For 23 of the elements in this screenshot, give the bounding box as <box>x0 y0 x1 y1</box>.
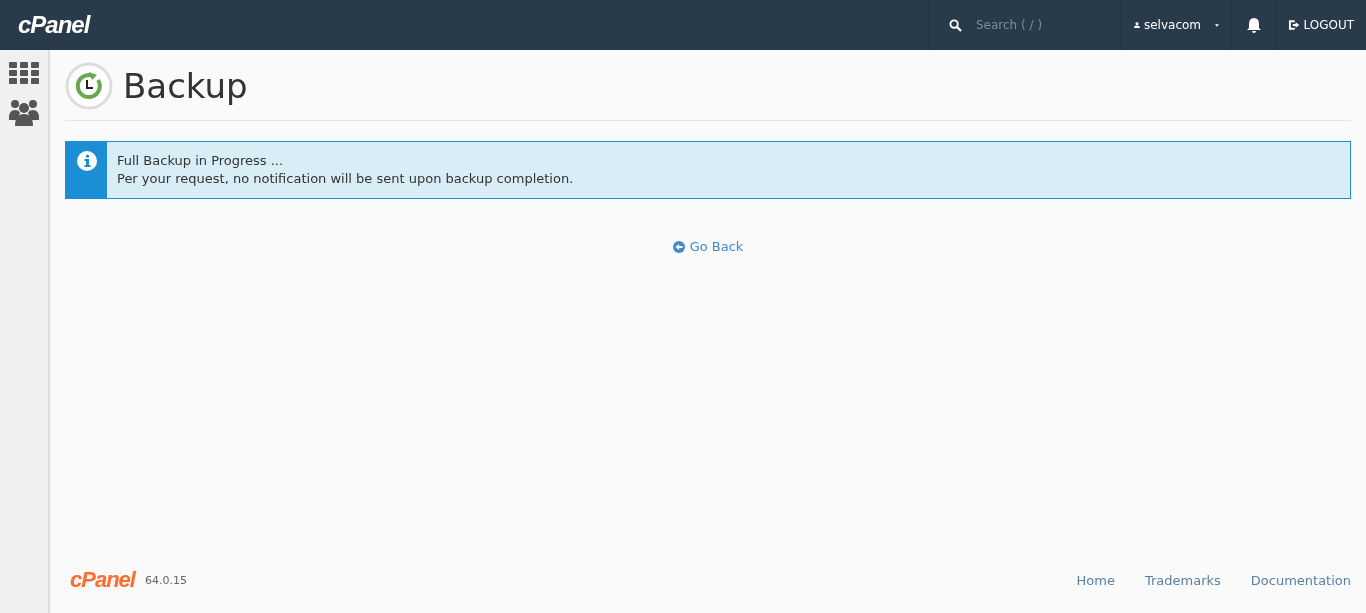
alert-title: Full Backup in Progress ... <box>117 152 285 170</box>
footer-link[interactable]: Trademarks <box>1144 572 1221 588</box>
page-title: Backup <box>123 66 248 106</box>
bell-icon <box>1246 17 1261 33</box>
back-arrow-icon <box>672 240 685 253</box>
backup-clock-icon <box>65 62 113 110</box>
grid-icon[interactable] <box>9 62 39 84</box>
search-field[interactable]: Search ( / ) <box>974 17 1098 33</box>
caret-icon <box>1215 22 1219 28</box>
logout-button[interactable]: LOGOUT <box>1276 0 1366 50</box>
footer-link[interactable]: Home <box>1076 572 1115 588</box>
info-icon <box>76 151 97 171</box>
alert-message: Per your request, no notification will be sent upon backup completion. <box>117 170 574 188</box>
user-menu[interactable]: selvacom <box>1122 0 1232 50</box>
go-back-link[interactable]: Go Back <box>672 239 744 254</box>
search-icon <box>949 18 962 32</box>
logout-icon <box>1288 19 1300 31</box>
users-icon[interactable] <box>9 98 39 126</box>
cpanel-logo[interactable]: cPanel <box>70 567 135 593</box>
version-text: 64.0.15 <box>144 573 187 587</box>
cpanel-logo[interactable]: cPanel <box>18 11 90 39</box>
user-icon <box>1134 19 1140 31</box>
footer-link[interactable]: Documentation <box>1250 572 1351 588</box>
